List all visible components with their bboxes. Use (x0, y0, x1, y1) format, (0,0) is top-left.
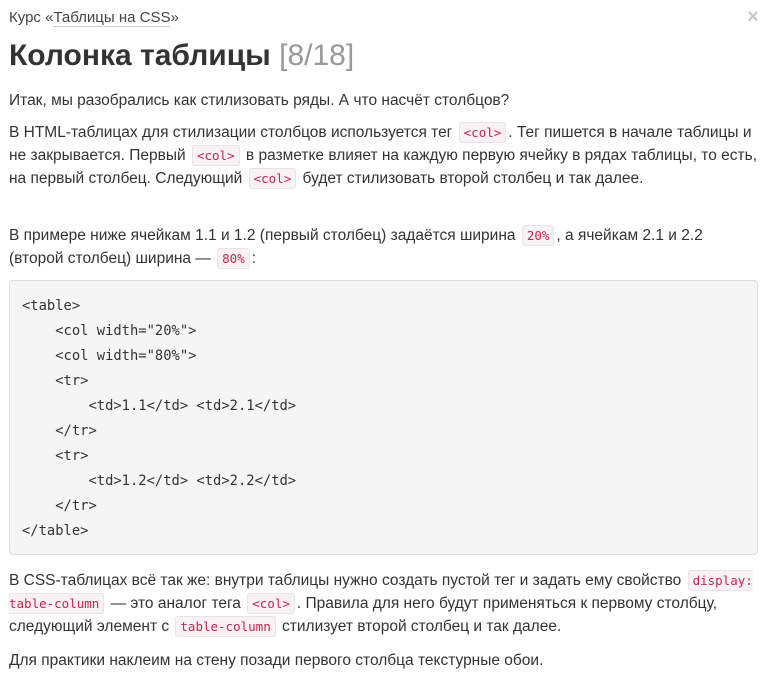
code-line: </table> (22, 523, 89, 539)
course-breadcrumb: Курс «Таблицы на CSS» (9, 9, 179, 27)
code-line: </tr> (22, 423, 97, 439)
page-title: Колонка таблицы [8/18] (9, 38, 354, 74)
code-line: <tr> (22, 373, 89, 389)
inline-code: <col> (458, 122, 507, 143)
course-link[interactable]: Таблицы на CSS (53, 9, 171, 27)
code-line: <col width="80%"> (22, 348, 197, 364)
paragraph-text: — это аналог тега (110, 595, 241, 612)
title-text: Колонка таблицы (9, 39, 271, 72)
paragraph-text: В HTML-таблицах для стилизации столбцов … (9, 124, 453, 141)
code-line: <td>1.2</td> <td>2.2</td> (22, 473, 297, 489)
paragraph-intro: Итак, мы разобрались как стилизовать ряд… (9, 92, 510, 109)
lesson-progress: [8/18] (279, 39, 355, 72)
course-prefix: Курс « (9, 9, 54, 26)
paragraph-practice: Для практики наклеим на стену позади пер… (9, 652, 544, 669)
paragraph-col-tag: В HTML-таблицах для стилизации столбцов … (9, 121, 759, 190)
code-line: </tr> (22, 498, 97, 514)
inline-code: 20% (521, 225, 555, 246)
paragraph-text: В примере ниже ячейкам 1.1 и 1.2 (первый… (9, 227, 516, 244)
code-line: <table> (22, 298, 81, 314)
code-line: <tr> (22, 448, 89, 464)
inline-code: table-column (175, 616, 276, 637)
paragraph-text: В CSS-таблицах всё так же: внутри таблиц… (9, 572, 682, 589)
paragraph-text: : (251, 250, 257, 267)
paragraph-text: стилизует второй столбец и так далее. (282, 618, 562, 635)
paragraph-text: будет стилизовать второй столбец и так д… (302, 170, 644, 187)
code-line: <col width="20%"> (22, 323, 197, 339)
inline-code: 80% (217, 248, 250, 269)
inline-code: <col> (191, 145, 240, 166)
close-icon[interactable]: × (745, 7, 761, 27)
code-example: <table> <col width="20%"> <col width="80… (9, 280, 758, 555)
inline-code: <col> (248, 168, 297, 189)
inline-code: <col> (247, 593, 295, 614)
course-suffix: » (170, 9, 179, 26)
paragraph-example: В примере ниже ячейкам 1.1 и 1.2 (первый… (9, 224, 759, 270)
paragraph-css-tables: В CSS-таблицах всё так же: внутри таблиц… (9, 569, 759, 638)
code-line: <td>1.1</td> <td>2.1</td> (22, 398, 297, 414)
